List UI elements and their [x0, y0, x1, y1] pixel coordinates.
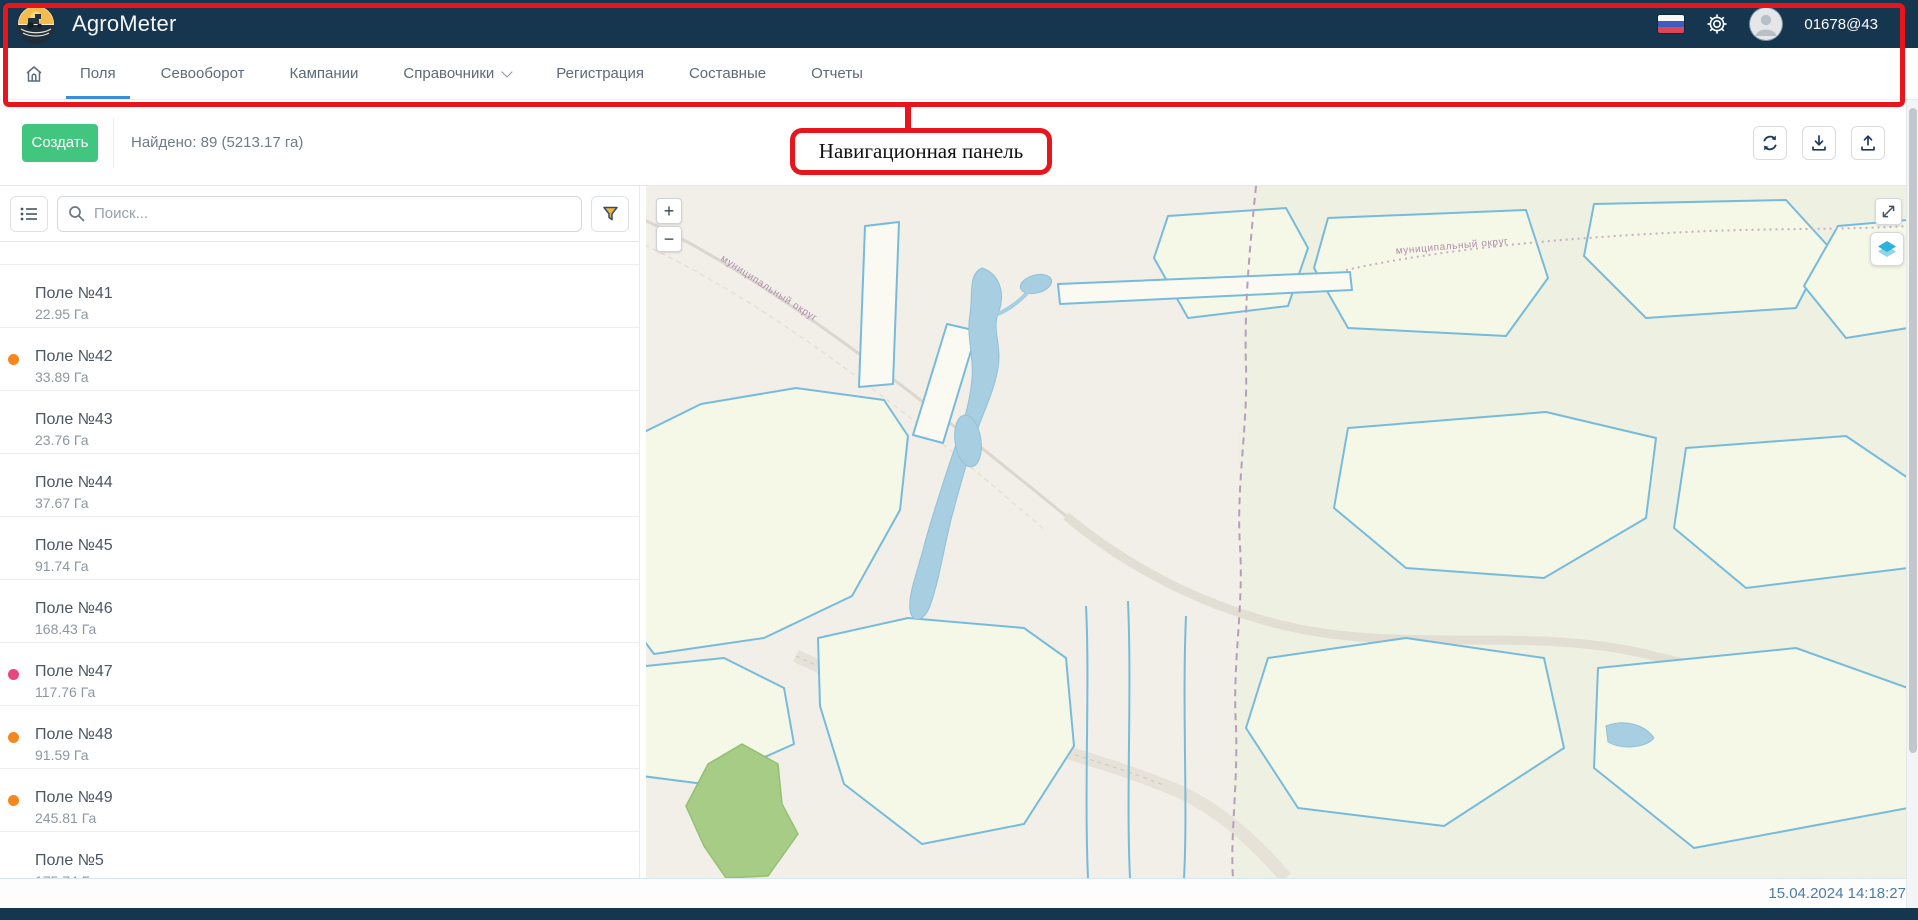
- fullscreen-button[interactable]: [1875, 198, 1902, 225]
- sidebar-controls: [0, 186, 639, 242]
- field-area: 91.59 Га: [35, 748, 639, 763]
- field-title: Поле №42: [35, 347, 639, 366]
- fields-sidebar: 19.34 Га Поле №41 22.95 Га Поле №42 33.89 Га…: [0, 186, 640, 878]
- scrollbar-thumb[interactable]: [1909, 108, 1917, 753]
- refresh-button[interactable]: [1753, 126, 1787, 160]
- upload-button[interactable]: [1851, 126, 1885, 160]
- field-list: 19.34 Га Поле №41 22.95 Га Поле №42 33.89 Га…: [0, 242, 639, 878]
- status-dot: [8, 669, 19, 680]
- app-header: AgroMeter 01678@43: [0, 0, 1918, 48]
- zoom-out-button[interactable]: −: [656, 226, 682, 252]
- download-button[interactable]: [1802, 126, 1836, 160]
- user-id[interactable]: 01678@43: [1804, 16, 1878, 33]
- zoom-in-button[interactable]: +: [656, 198, 682, 224]
- ru-flag-icon[interactable]: [1658, 15, 1684, 33]
- filter-icon: [601, 205, 620, 222]
- field-title: Поле №5: [35, 851, 639, 870]
- list-item[interactable]: Поле №43 23.76 Га: [0, 391, 639, 454]
- tab-4[interactable]: Справочники: [389, 48, 525, 99]
- map-image: муниципальный округ муниципальный округ: [646, 186, 1908, 878]
- filter-button[interactable]: [591, 196, 629, 232]
- list-item[interactable]: Поле №5175.74 Га: [0, 832, 639, 878]
- field-area: 91.74 Га: [35, 559, 639, 574]
- toolbar: Создать Найдено: 89 (5213.17 га): [0, 100, 1918, 186]
- list-item[interactable]: Поле №48 91.59 Га: [0, 706, 639, 769]
- field-title: Поле №49: [35, 788, 639, 807]
- field-area: 117.76 Га: [35, 685, 639, 700]
- field-title: Поле №48: [35, 725, 639, 744]
- status-dot: [8, 732, 19, 743]
- download-icon: [1809, 133, 1829, 153]
- status-dot: [8, 354, 19, 365]
- field-list-viewport[interactable]: 19.34 Га Поле №41 22.95 Га Поле №42 33.89 Га…: [0, 242, 639, 878]
- field-area: 22.95 Га: [35, 307, 639, 322]
- list-item[interactable]: Поле №44 37.67 Га: [0, 454, 639, 517]
- field-title: Поле №43: [35, 410, 639, 429]
- tab-3[interactable]: Кампании: [276, 48, 373, 99]
- found-count: Найдено: 89 (5213.17 га): [131, 134, 303, 151]
- list-item[interactable]: Поле №47 117.76 Га: [0, 643, 639, 706]
- home-icon[interactable]: [24, 64, 44, 84]
- tab-2[interactable]: Севооборот: [147, 48, 259, 99]
- list-view-button[interactable]: [10, 196, 48, 232]
- field-title: Поле №47: [35, 662, 639, 681]
- tab-1[interactable]: Поля: [66, 48, 130, 99]
- tab-5[interactable]: Регистрация: [542, 48, 658, 99]
- list-item[interactable]: Поле №45 91.74 Га: [0, 517, 639, 580]
- expand-icon: [1880, 203, 1897, 220]
- list-item[interactable]: Поле №42 33.89 Га: [0, 328, 639, 391]
- field-area: 33.89 Га: [35, 370, 639, 385]
- nav-tabs: Поля Севооборот Кампании Справочники Регистр…: [66, 48, 877, 99]
- page-scrollbar[interactable]: [1906, 100, 1918, 908]
- status-bar: 15.04.2024 14:18:27: [0, 878, 1918, 908]
- field-area: 245.81 Га: [35, 811, 639, 826]
- toolbar-separator: [113, 118, 114, 168]
- layers-button[interactable]: [1870, 232, 1904, 266]
- field-title: Поле №45: [35, 536, 639, 555]
- map-canvas[interactable]: муниципальный округ муниципальный округ …: [646, 186, 1908, 878]
- agrometer-logo-icon: [16, 4, 56, 44]
- field-area: 168.43 Га: [35, 622, 639, 637]
- list-item[interactable]: Поле №46 168.43 Га: [0, 580, 639, 643]
- upload-icon: [1858, 133, 1878, 153]
- app-title: AgroMeter: [72, 11, 177, 37]
- refresh-icon: [1760, 133, 1780, 153]
- field-title: Поле №44: [35, 473, 639, 492]
- chevron-down-icon: [502, 66, 513, 77]
- avatar[interactable]: [1750, 8, 1782, 40]
- field-title: Поле №41: [35, 284, 639, 303]
- field-title: Поле №46: [35, 599, 639, 618]
- tab-7[interactable]: Отчеты: [797, 48, 877, 99]
- gear-icon[interactable]: [1706, 13, 1728, 35]
- list-item[interactable]: 19.34 Га: [0, 242, 639, 265]
- create-button[interactable]: Создать: [22, 124, 98, 162]
- layers-icon: [1876, 238, 1898, 260]
- footer-strip: [0, 908, 1918, 920]
- field-area: 23.76 Га: [35, 433, 639, 448]
- tab-6[interactable]: Составные: [675, 48, 780, 99]
- field-area: 37.67 Га: [35, 496, 639, 511]
- timestamp: 15.04.2024 14:18:27: [1768, 885, 1906, 902]
- list-item[interactable]: Поле №49 245.81 Га: [0, 769, 639, 832]
- status-dot: [8, 795, 19, 806]
- list-item[interactable]: Поле №41 22.95 Га: [0, 265, 639, 328]
- search-input[interactable]: [57, 196, 582, 232]
- map-zoom-controls: + −: [656, 198, 682, 252]
- list-view-icon: [20, 206, 38, 222]
- nav-bar: Поля Севооборот Кампании Справочники Регистр…: [0, 48, 1918, 100]
